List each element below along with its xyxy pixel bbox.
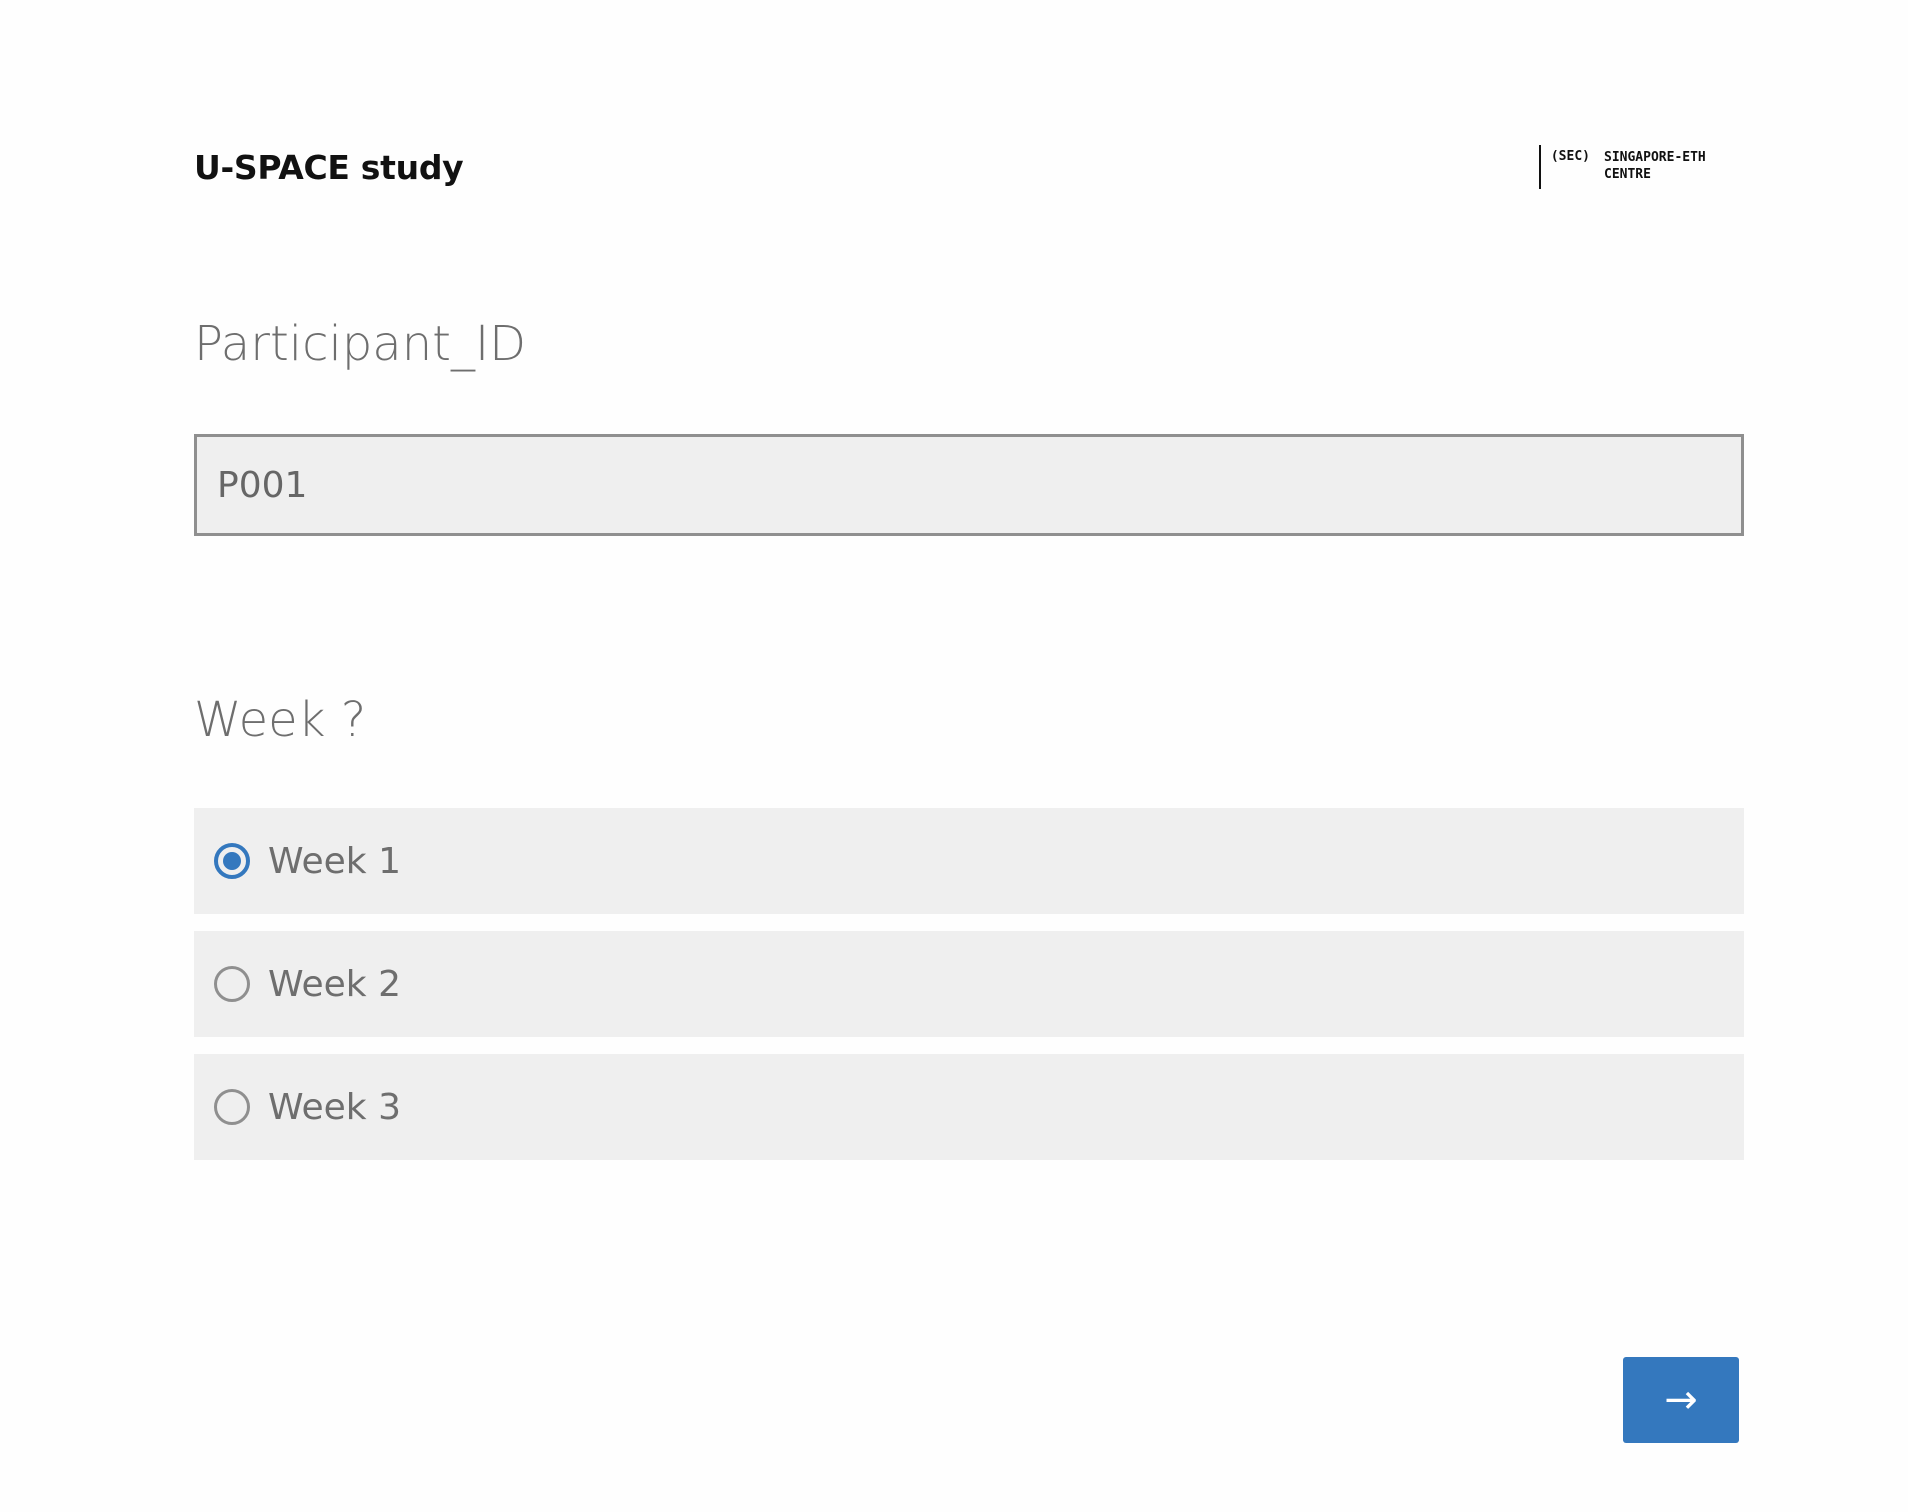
choice-week-2[interactable]: Week 2 bbox=[194, 931, 1744, 1037]
choice-label: Week 3 bbox=[268, 1086, 401, 1128]
study-title: U-SPACE study bbox=[194, 148, 464, 187]
choice-week-1[interactable]: Week 1 bbox=[194, 808, 1744, 914]
radio-unchecked-icon[interactable] bbox=[214, 966, 250, 1002]
choice-week-3[interactable]: Week 3 bbox=[194, 1054, 1744, 1160]
radio-unchecked-icon[interactable] bbox=[214, 1089, 250, 1125]
next-button[interactable]: → bbox=[1623, 1357, 1739, 1443]
arrow-right-icon: → bbox=[1664, 1377, 1698, 1423]
participant-id-input[interactable] bbox=[194, 434, 1744, 536]
question-participant-id: Participant_ID bbox=[194, 316, 527, 372]
choice-label: Week 1 bbox=[268, 840, 401, 882]
radio-checked-icon[interactable] bbox=[214, 843, 250, 879]
choice-label: Week 2 bbox=[268, 963, 401, 1005]
logo-abbreviation: (SEC) bbox=[1550, 149, 1590, 164]
sec-logo: (SEC) SINGAPORE-ETH CENTRE bbox=[1538, 145, 1734, 189]
survey-page: U-SPACE study (SEC) SINGAPORE-ETH CENTRE… bbox=[194, 0, 1744, 1512]
logo-name: SINGAPORE-ETH CENTRE bbox=[1604, 150, 1706, 182]
survey-header: U-SPACE study (SEC) SINGAPORE-ETH CENTRE bbox=[194, 140, 1744, 200]
question-week: Week ? bbox=[194, 692, 367, 748]
logo-divider bbox=[1538, 145, 1541, 189]
